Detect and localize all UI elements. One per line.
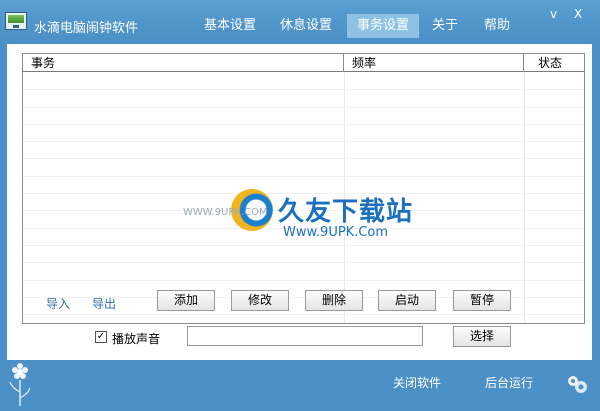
export-link[interactable]: 导出 — [92, 295, 116, 312]
brand-logo-icon — [568, 376, 587, 393]
table-row[interactable] — [23, 125, 584, 143]
tab-basic-settings[interactable]: 基本设置 — [193, 14, 267, 38]
footer-bar: 关闭软件 后台运行 — [0, 360, 600, 411]
tab-about[interactable]: 关于 — [425, 14, 465, 38]
edit-button[interactable]: 修改 — [231, 290, 289, 311]
app-monitor-icon — [5, 12, 27, 30]
tab-task-settings[interactable]: 事务设置 — [347, 14, 419, 38]
tab-help[interactable]: 帮助 — [477, 14, 517, 38]
sound-path-input[interactable] — [187, 326, 423, 346]
table-row[interactable] — [23, 90, 584, 108]
choose-sound-button[interactable]: 选择 — [453, 326, 511, 347]
minimize-button[interactable]: v — [550, 7, 557, 21]
import-link[interactable]: 导入 — [46, 295, 70, 312]
close-button[interactable]: X — [574, 7, 582, 21]
run-background-button[interactable]: 后台运行 — [485, 374, 533, 391]
table-row[interactable] — [23, 73, 584, 91]
column-header-status[interactable]: 状态 — [524, 54, 584, 72]
table-header: 事务 频率 状态 — [23, 54, 584, 72]
table-row[interactable] — [23, 177, 584, 195]
tab-rest-settings[interactable]: 休息设置 — [269, 14, 343, 38]
table-row[interactable] — [23, 229, 584, 246]
table-row[interactable] — [23, 211, 584, 229]
close-app-button[interactable]: 关闭软件 — [393, 374, 441, 391]
task-table[interactable]: 事务 频率 状态 久友下载站 Www.9UPK.Com WWW.9UPK.COM — [22, 53, 585, 324]
table-row[interactable] — [23, 142, 584, 160]
play-sound-checkbox[interactable]: ✓ — [95, 331, 107, 343]
app-window: 水滴电脑闹钟软件 基本设置 休息设置 事务设置 关于 帮助 v X 事务 频率 … — [0, 0, 600, 411]
pause-button[interactable]: 暂停 — [453, 290, 511, 311]
table-row[interactable] — [23, 159, 584, 177]
flower-decoration-icon — [9, 363, 31, 406]
table-row[interactable] — [23, 263, 584, 281]
table-row[interactable] — [23, 246, 584, 264]
table-row[interactable] — [23, 194, 584, 212]
delete-button[interactable]: 删除 — [305, 290, 363, 311]
table-body — [23, 73, 584, 316]
task-settings-panel: 事务 频率 状态 久友下载站 Www.9UPK.Com WWW.9UPK.COM… — [7, 44, 592, 360]
play-sound-label: 播放声音 — [112, 332, 161, 346]
title-bar[interactable]: 水滴电脑闹钟软件 基本设置 休息设置 事务设置 关于 帮助 v X — [0, 0, 600, 44]
start-button[interactable]: 启动 — [378, 290, 436, 311]
table-row[interactable] — [23, 108, 584, 125]
app-title: 水滴电脑闹钟软件 — [34, 21, 139, 36]
add-button[interactable]: 添加 — [157, 290, 215, 311]
column-header-frequency[interactable]: 频率 — [344, 54, 524, 72]
column-header-task[interactable]: 事务 — [23, 54, 344, 72]
